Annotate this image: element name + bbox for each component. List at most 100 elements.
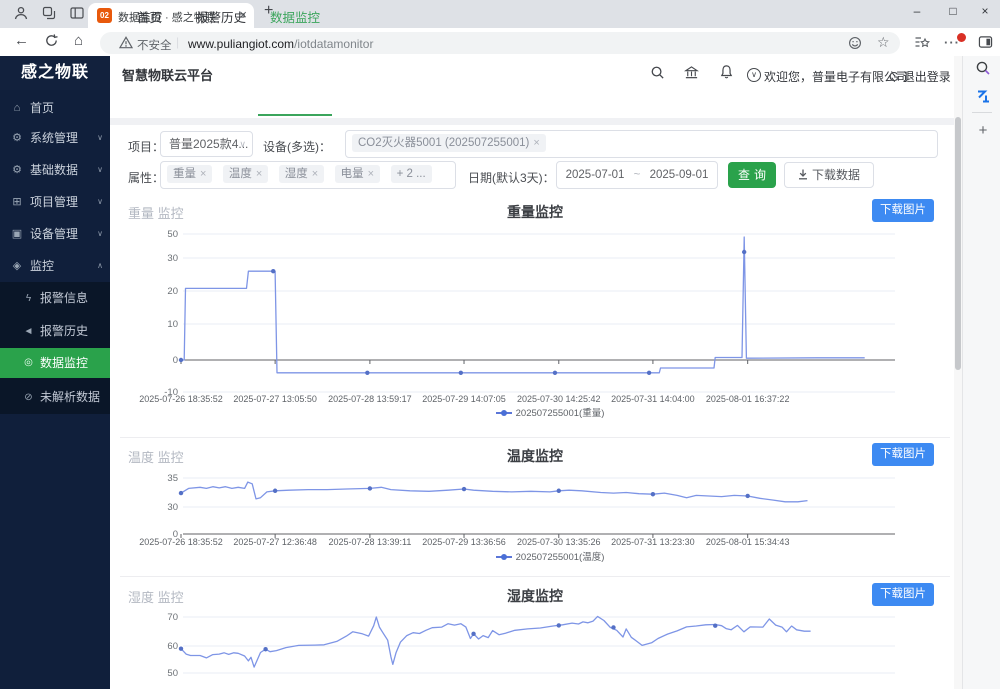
date-start[interactable]: 2025-07-01 (566, 169, 625, 181)
device-label: 设备(多选)： (263, 138, 331, 155)
attr-tag[interactable]: 电量× (335, 165, 380, 183)
attr-tag[interactable]: 温度 × (223, 165, 268, 183)
date-range-picker[interactable]: 2025-07-01 ~ 2025-09-01 (556, 161, 718, 189)
refresh-icon[interactable] (44, 33, 59, 54)
svg-text:2025-07-27 12:36:48: 2025-07-27 12:36:48 (233, 537, 317, 547)
browser-window: 02 数据监控 · 感之物联 × + – □ × ← ⌂ 不安全 | www.p… (0, 0, 1000, 689)
chevron-down-icon: ∨ (97, 218, 103, 250)
download-image-button[interactable]: 下载图片 (872, 199, 934, 222)
welcome-user[interactable]: 欢迎您，普量电子有限公司 (764, 68, 908, 85)
sidebar-item-alarm-history[interactable]: ◄ 报警历史 (0, 315, 110, 348)
date-end[interactable]: 2025-09-01 (650, 169, 709, 181)
sidebar-item-label: 未解析数据 (40, 381, 100, 414)
tag-close-icon[interactable]: × (312, 168, 318, 180)
logout-button[interactable]: G退出登录 (889, 68, 951, 85)
tab-alarm-history[interactable]: 报警历史 (196, 7, 246, 26)
sidebar-item-label: 基础数据 (30, 154, 78, 186)
sidebar-add-icon[interactable]: + (974, 122, 992, 140)
sidebar-item-home[interactable]: ⌂ 首页 (0, 92, 110, 124)
organization-icon[interactable] (684, 65, 700, 81)
chart-title: 湿度监控 (120, 586, 950, 606)
tag-close-icon[interactable]: × (256, 168, 262, 180)
tab-actions-icon[interactable] (68, 5, 86, 23)
legend-label: 202507255001(温度) (516, 552, 605, 563)
sidebar-item-label: 系统管理 (30, 122, 78, 154)
humidity-chart[interactable]: 706050 (150, 608, 950, 689)
device-tag[interactable]: CO2灭火器5001 (202507255001)× (352, 134, 546, 152)
sidebar-item-label: 报警历史 (40, 315, 88, 348)
svg-text:2025-07-31 14:04:00: 2025-07-31 14:04:00 (611, 394, 695, 404)
bookmark-star-icon[interactable]: ☆ (877, 34, 890, 51)
section-divider (110, 118, 954, 125)
sidebar-item-device[interactable]: ▣ 设备管理 ∨ (0, 218, 110, 250)
app-logo[interactable]: 感之物联 (0, 56, 110, 90)
chart-legend[interactable]: 202507255001(温度) (150, 549, 950, 563)
tab-data-monitor[interactable]: 数据监控 (270, 7, 320, 26)
sidebar-item-system[interactable]: ⚙ 系统管理 ∨ (0, 122, 110, 154)
device-multiselect[interactable]: CO2灭火器5001 (202507255001)× (345, 130, 938, 158)
sidebar-search-icon[interactable] (974, 60, 992, 78)
platform-title: 智慧物联云平台 (122, 65, 213, 84)
header-search-icon[interactable] (650, 65, 666, 81)
temperature-chart[interactable]: 353002025-07-26 18:35:522025-07-27 12:36… (150, 468, 950, 548)
workspaces-icon[interactable] (40, 5, 58, 23)
svg-text:2025-07-26 18:35:52: 2025-07-26 18:35:52 (139, 394, 223, 404)
sidebar-item-monitor[interactable]: ◈ 监控 ∧ (0, 250, 110, 282)
profile-icon[interactable] (12, 5, 30, 23)
svg-text:2025-07-31 13:23:30: 2025-07-31 13:23:30 (611, 537, 695, 547)
date-label: 日期(默认3天)： (468, 169, 555, 186)
download-image-button[interactable]: 下载图片 (872, 443, 934, 466)
sidebar-item-label: 数据监控 (40, 348, 88, 378)
maximize-button[interactable]: □ (938, 4, 968, 18)
back-icon[interactable]: ← (14, 31, 29, 51)
attr-tag[interactable]: 重量× (167, 165, 212, 183)
gear-icon: ⚙ (10, 122, 24, 154)
chart-legend[interactable]: 202507255001(重量) (150, 405, 950, 419)
download-data-button[interactable]: 下载数据 (784, 162, 874, 188)
sidebar-item-project[interactable]: ⊞ 项目管理 ∨ (0, 186, 110, 218)
feedback-smiley-icon[interactable] (848, 36, 862, 55)
sidebar-item-unparsed-data[interactable]: ⊘ 未解析数据 (0, 381, 110, 414)
attr-tag-label: 温度 (229, 168, 252, 180)
svg-text:2025-08-01 15:34:43: 2025-08-01 15:34:43 (706, 537, 790, 547)
section-divider (120, 437, 950, 438)
project-select[interactable]: 普量2025款4... ∨ (160, 131, 253, 157)
window-close-button[interactable]: × (970, 4, 1000, 18)
not-secure-label[interactable]: 不安全 (137, 37, 172, 53)
query-button[interactable]: 查询 (728, 162, 776, 188)
collections-icon[interactable] (914, 35, 930, 55)
edge-sidebar (962, 56, 1000, 689)
sidebar-app-icon[interactable] (974, 88, 992, 106)
weight-chart[interactable]: 503020100-102025-07-26 18:35:522025-07-2… (150, 225, 950, 407)
page-scrollbar-thumb[interactable] (955, 117, 961, 370)
attr-more-tag[interactable]: + 2 ... (391, 165, 432, 183)
date-separator: ~ (634, 169, 641, 181)
home-icon[interactable]: ⌂ (74, 31, 83, 51)
sidebar-item-basedata[interactable]: ⚙ 基础数据 ∨ (0, 154, 110, 186)
tab-home[interactable]: 首页 (137, 7, 162, 26)
sidebar-item-data-monitor[interactable]: ◎ 数据监控 (0, 348, 110, 378)
split-screen-icon[interactable] (978, 35, 993, 54)
sidebar-item-alarm-info[interactable]: ϟ 报警信息 (0, 282, 110, 315)
svg-text:10: 10 (167, 319, 178, 330)
section-divider (120, 576, 950, 577)
svg-text:20: 20 (167, 286, 178, 297)
tag-close-icon[interactable]: × (200, 168, 206, 180)
url-text[interactable]: www.puliangiot.com/iotdatamonitor (188, 37, 373, 51)
attribute-multiselect[interactable]: 重量× 温度 × 湿度× 电量× + 2 ... (160, 161, 456, 189)
sidebar-item-label: 项目管理 (30, 186, 78, 218)
attr-tag[interactable]: 湿度× (279, 165, 324, 183)
project-label: 项目： (128, 138, 164, 155)
tag-close-icon[interactable]: × (533, 137, 539, 149)
sidebar-divider (972, 112, 992, 113)
url-path: /iotdatamonitor (294, 37, 373, 51)
svg-text:2025-07-30 13:35:26: 2025-07-30 13:35:26 (517, 537, 601, 547)
sidebar-item-label: 首页 (30, 92, 54, 124)
notifications-bell-icon[interactable] (719, 64, 735, 80)
tag-close-icon[interactable]: × (368, 168, 374, 180)
minimize-button[interactable]: – (902, 4, 932, 18)
horn-icon: ◄ (22, 315, 35, 348)
svg-text:2025-07-27 13:05:50: 2025-07-27 13:05:50 (233, 394, 317, 404)
download-data-label: 下载数据 (812, 168, 860, 182)
download-image-button[interactable]: 下载图片 (872, 583, 934, 606)
